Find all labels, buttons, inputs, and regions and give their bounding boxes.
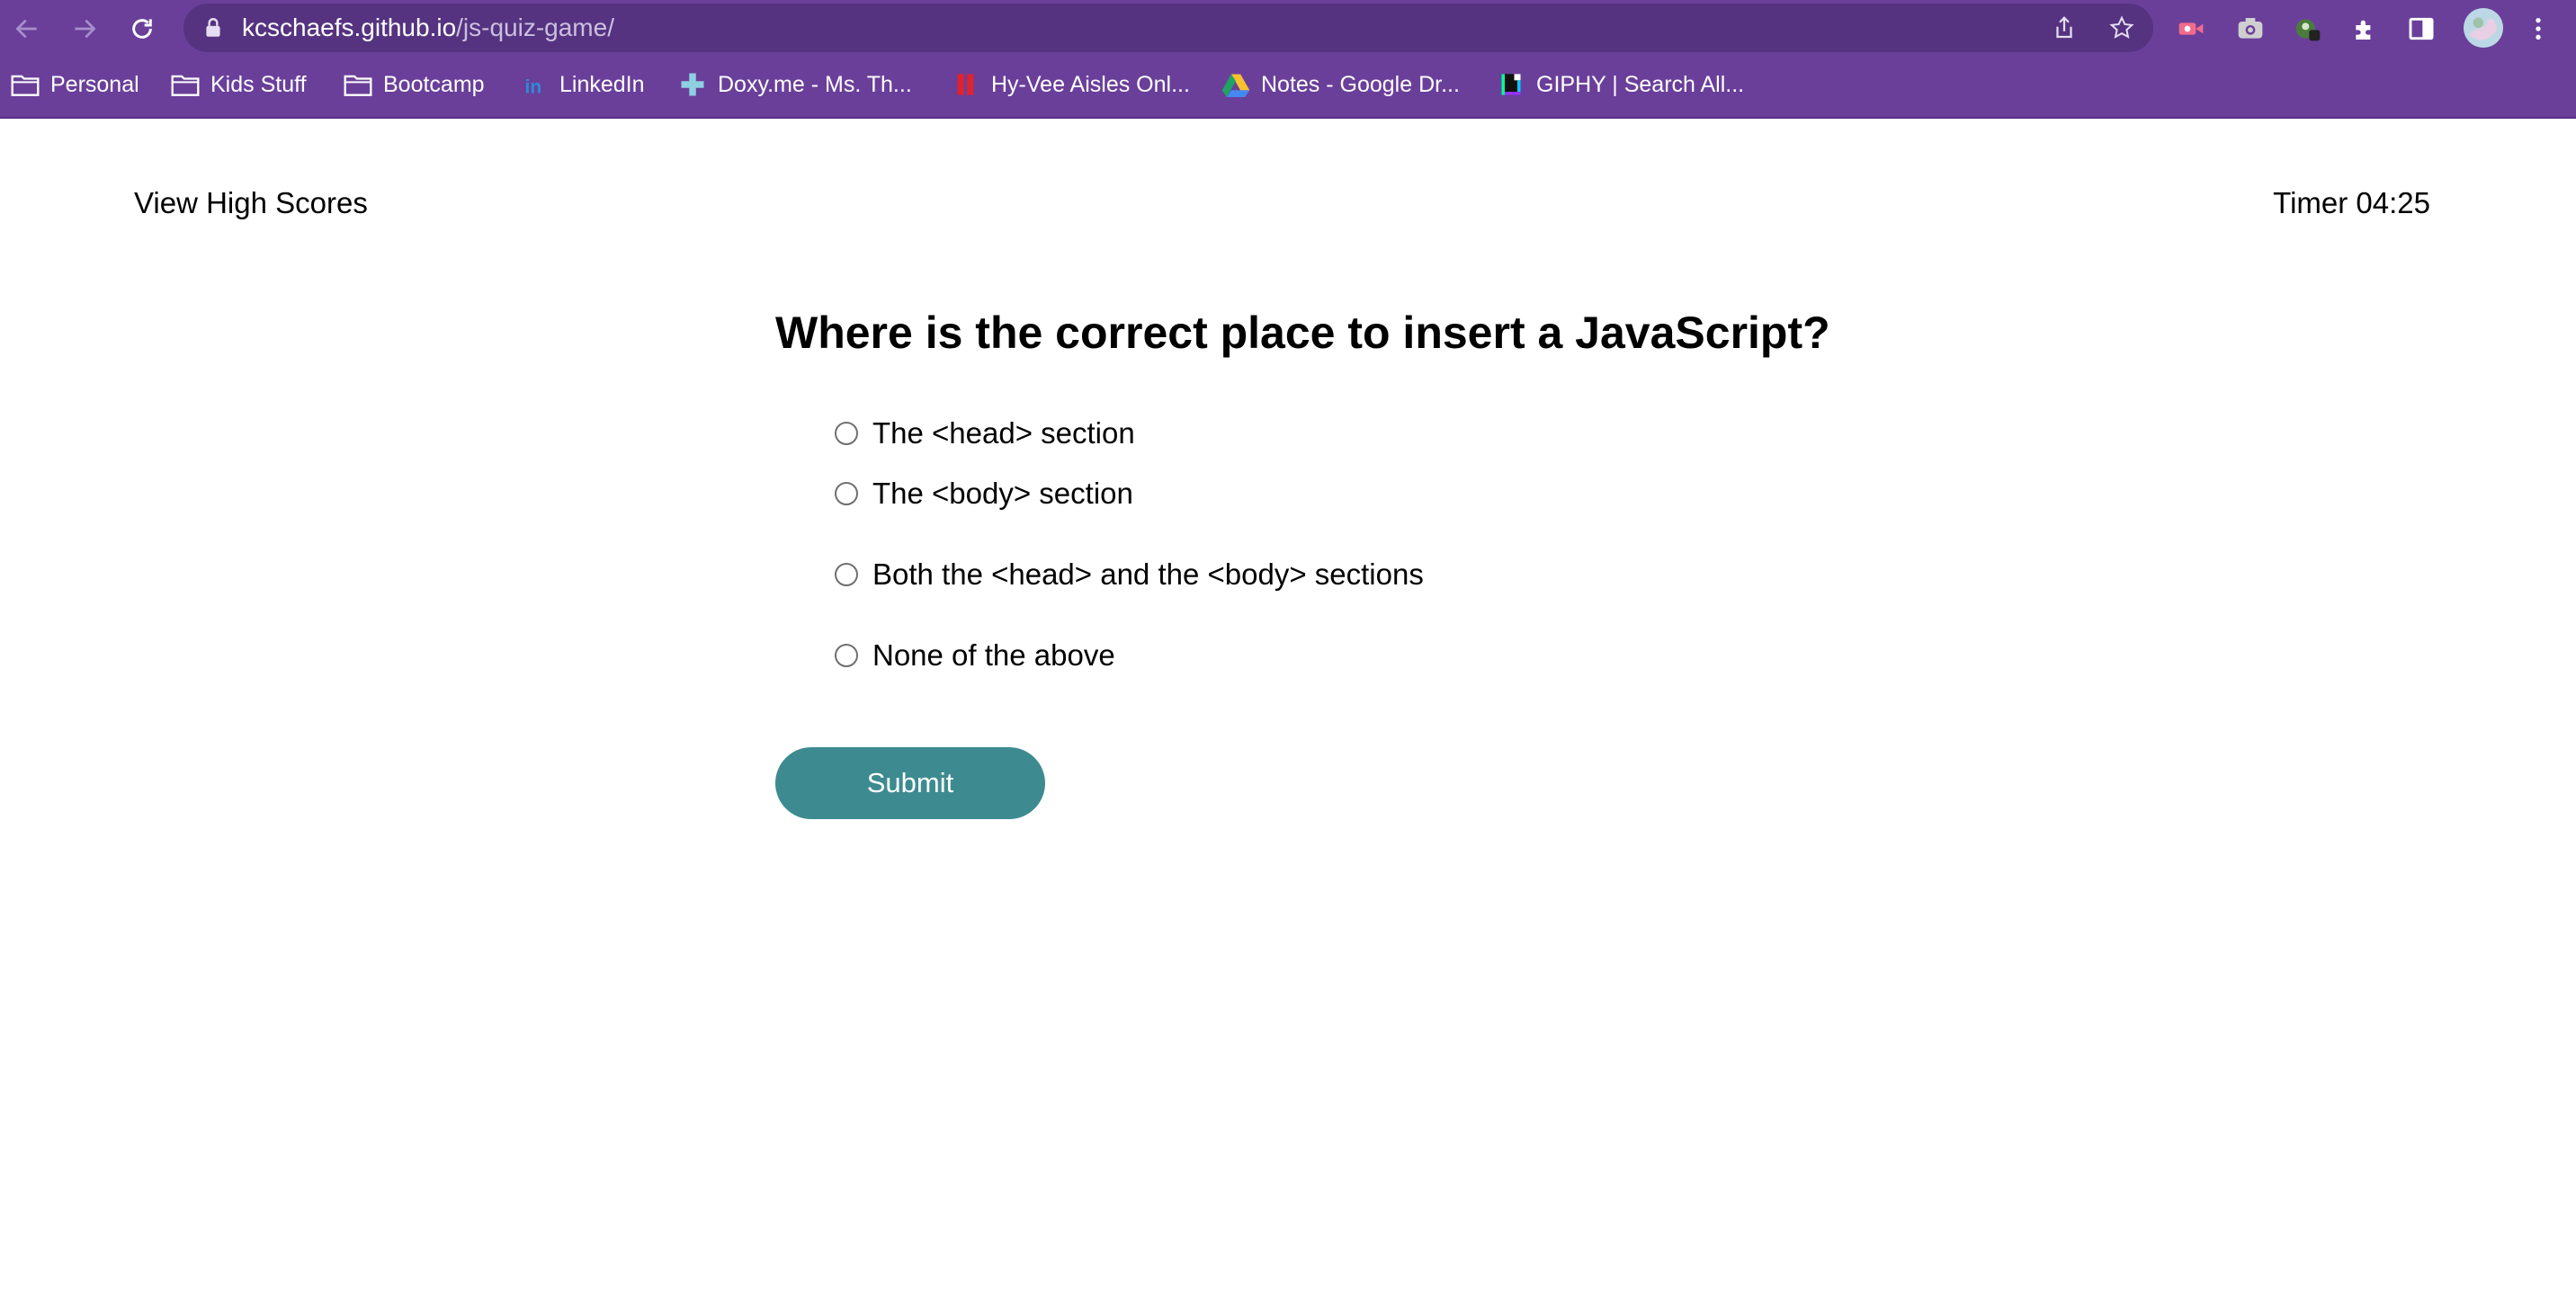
view-high-scores-link[interactable]: View High Scores [134,186,368,220]
url-host: kcschaefs.github.io [242,13,457,41]
bookmark-linkedin[interactable]: in LinkedIn [520,70,645,99]
address-bar[interactable]: kcschaefs.github.io/js-quiz-game/ [183,4,2153,52]
answer-choices: The <head> section The <body> section Bo… [835,414,1424,696]
bookmark-hyvee[interactable]: Hy-Vee Aisles Onl... [952,70,1190,99]
answer-label: None of the above [872,638,1115,672]
lock-icon [206,18,220,37]
bookmark-giphy[interactable]: GIPHY | Search All... [1497,70,1744,99]
question-title: Where is the correct place to insert a J… [775,308,1830,358]
folder-icon [11,71,40,98]
giphy-icon [1497,71,1525,98]
answer-label: The <head> section [872,416,1135,450]
url-text: kcschaefs.github.io/js-quiz-game/ [242,13,614,42]
answer-choice[interactable]: The <head> section [835,414,1424,453]
toolbar-divider [0,117,2576,119]
radio-button[interactable] [835,422,858,445]
bookmark-google-drive[interactable]: Notes - Google Dr... [1221,70,1460,99]
folder-icon [344,71,372,98]
answer-label: The <body> section [872,477,1133,510]
bookmark-doxy[interactable]: Doxy.me - Ms. Th... [678,70,912,99]
submit-button[interactable]: Submit [775,747,1045,819]
star-icon[interactable] [2108,14,2135,41]
folder-icon [171,71,200,98]
bookmark-kids-stuff[interactable]: Kids Stuff [171,70,307,99]
google-drive-icon [1221,71,1250,98]
answer-choice[interactable]: None of the above [835,615,1424,696]
back-button[interactable] [7,9,47,49]
arrow-left-icon [15,19,37,39]
bookmark-label: Notes - Google Dr... [1261,71,1460,97]
radio-button[interactable] [835,644,858,667]
browser-toolbar: kcschaefs.github.io/js-quiz-game/ Person… [0,0,2576,117]
bookmarks-bar: Personal Kids Stuff Bootcamp in LinkedIn… [0,65,2576,104]
answer-choice[interactable]: The <body> section [835,453,1424,534]
radio-button[interactable] [835,563,858,586]
bookmark-label: Hy-Vee Aisles Onl... [991,71,1190,97]
bookmark-personal[interactable]: Personal [11,70,139,99]
bookmark-bootcamp[interactable]: Bootcamp [344,70,485,99]
bookmark-label: Personal [50,71,139,97]
bookmark-label: Kids Stuff [210,71,307,97]
url-path: /js-quiz-game/ [456,13,614,41]
answer-choice[interactable]: Both the <head> and the <body> sections [835,534,1424,615]
hyvee-icon [952,71,980,98]
answer-label: Both the <head> and the <body> sections [872,557,1424,591]
group-extension-icon[interactable] [2292,13,2324,45]
extensions-puzzle-icon[interactable] [2349,13,2382,45]
arrow-right-icon [75,19,96,39]
reload-icon [132,19,152,39]
forward-button[interactable] [65,9,104,49]
bookmark-label: GIPHY | Search All... [1536,71,1745,97]
profile-avatar[interactable] [2463,7,2504,49]
radio-button[interactable] [835,482,858,505]
doxy-icon [678,71,707,98]
recorder-extension-icon[interactable] [2175,13,2207,45]
linkedin-icon: in [520,71,549,98]
kebab-menu-icon[interactable] [2522,13,2554,45]
share-icon[interactable] [2051,14,2078,41]
bookmark-label: LinkedIn [559,71,645,97]
reload-button[interactable] [122,9,162,49]
side-panel-icon[interactable] [2405,13,2437,45]
camera-extension-icon[interactable] [2234,13,2267,45]
svg-text:in: in [525,76,542,97]
bookmark-label: Doxy.me - Ms. Th... [718,71,912,97]
bookmark-label: Bootcamp [383,71,485,97]
timer-display: Timer 04:25 [2273,186,2430,219]
